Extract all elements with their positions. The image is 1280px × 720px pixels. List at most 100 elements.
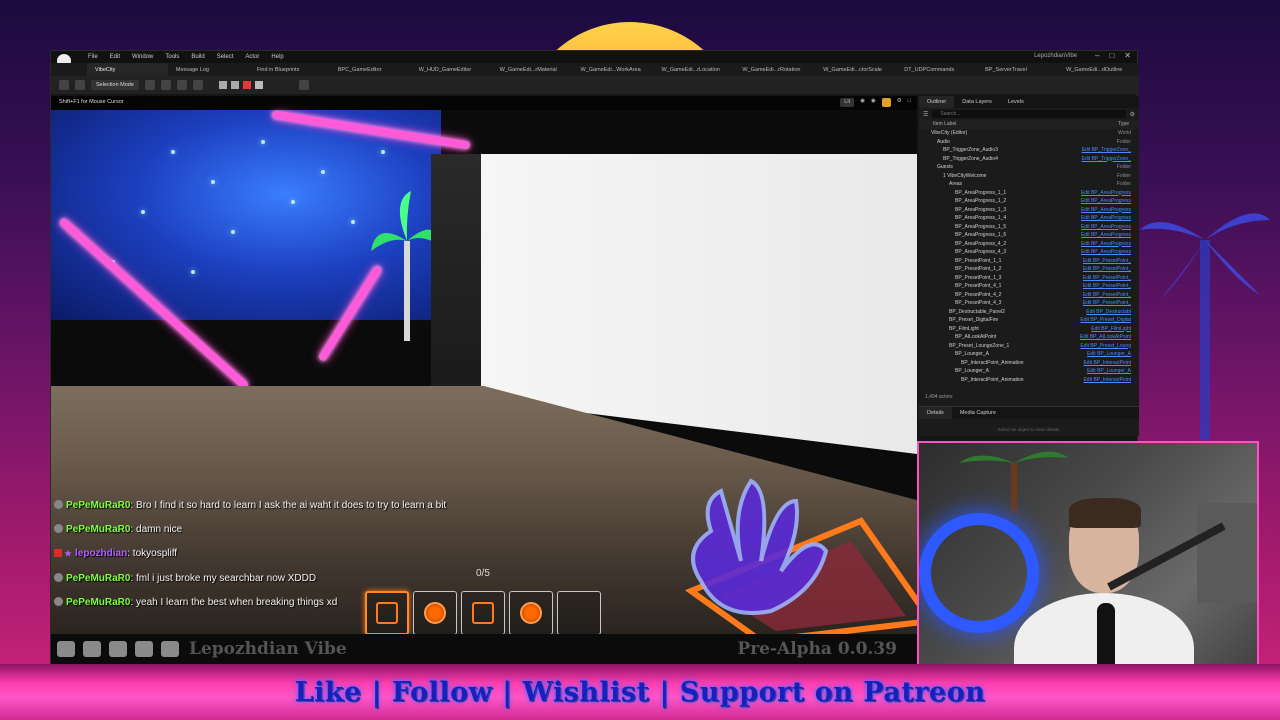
outliner-row-type[interactable]: Edit BP_FilmLight [1091,326,1131,335]
stop-icon[interactable] [242,81,251,89]
tab-server-travel[interactable]: BP_ServerTravel [977,63,1058,76]
menu-tools[interactable]: Tools [160,54,184,60]
outliner-row[interactable]: BP_PresetPoint_1_3 Edit BP_PresetPoint_ [919,275,1139,284]
outliner-row[interactable]: BP_InteractPoint_Animation Edit BP_Intera… [919,377,1139,386]
outliner-row[interactable]: BP_Preset_DigitalFire Edit BP_Preset_Digi… [919,317,1139,326]
outliner-row[interactable]: BP_Preset_LoungeZone_1 Edit BP_Preset_Lou… [919,343,1139,352]
tab-media-capture[interactable]: Media Capture [952,407,1004,419]
add-actor-icon[interactable] [144,80,155,90]
outliner-row[interactable]: BP_AreaProgress_1_4 Edit BP_AreaProgress [919,215,1139,224]
tab-outline[interactable]: W_GameEdi...dOutline [1058,63,1139,76]
tab-w-hud-gameeditor[interactable]: W_HUD_GameEditor [411,63,492,76]
close-icon[interactable]: ✕ [1124,51,1131,60]
tab-location[interactable]: W_GameEdi...rLocation [653,63,734,76]
outliner-search-input[interactable]: Search... [932,110,1126,118]
outliner-row[interactable]: Guests Folder [919,164,1139,173]
outliner-row[interactable]: BP_AreaProgress_1_2 Edit BP_AreaProgress [919,198,1139,207]
tab-message-log[interactable]: Message Log [168,63,249,76]
outliner-row-type[interactable]: Edit BP_AreaProgress [1081,215,1131,224]
tab-levels[interactable]: Levels [1000,96,1032,108]
menu-edit[interactable]: Edit [105,54,125,60]
outliner-row-type[interactable]: Edit BP_TriggerZone_ [1082,156,1131,165]
outliner-row-type[interactable]: Edit BP_Lounger_A [1087,351,1131,360]
maximize-viewport-icon[interactable]: □ [908,98,911,107]
menu-file[interactable]: File [83,54,103,60]
outliner-row-type[interactable]: Edit BP_AILookAtPoint [1080,334,1131,343]
outliner-row[interactable]: BP_Destructable_Panel2 Edit BP_Destructab… [919,309,1139,318]
selection-mode-dropdown[interactable]: Selection Mode [91,80,139,90]
outliner-row[interactable]: Audio Folder [919,139,1139,148]
tab-data-layers[interactable]: Data Layers [954,96,1000,108]
outliner-row-type[interactable]: Edit BP_AreaProgress [1081,207,1131,216]
outliner-row[interactable]: BP_PresetPoint_4_2 Edit BP_PresetPoint_ [919,292,1139,301]
outliner-row-type[interactable]: Edit BP_PresetPoint_ [1083,292,1131,301]
hotbar-slot-5[interactable]: 5 [557,591,601,634]
camera-icon[interactable]: ◉ [871,98,876,107]
outliner-row[interactable]: BP_InteractPoint_Animation Edit BP_Intera… [919,360,1139,369]
lit-mode-button[interactable]: Lit [840,98,855,107]
outliner-row[interactable]: BP_Lounger_A Edit BP_Lounger_A [919,351,1139,360]
tab-bpc-gameeditor[interactable]: BPC_GameEditor [330,63,411,76]
pause-icon[interactable] [218,81,227,89]
outliner-row-type[interactable]: Edit BP_Lounger_A [1087,368,1131,377]
tab-outliner[interactable]: Outliner [919,96,955,108]
outliner-row-type[interactable]: Edit BP_PresetPoint_ [1083,266,1131,275]
platforms-icon[interactable] [298,80,309,90]
outliner-row[interactable]: BP_AreaProgress_1_5 Edit BP_AreaProgress [919,224,1139,233]
skip-frame-icon[interactable] [230,81,239,89]
menu-actor[interactable]: Actor [240,54,264,60]
outliner-row[interactable]: 1 VibeCityWelcome Folder [919,173,1139,182]
col-item-label[interactable]: Item Label [933,121,956,129]
tab-vibecity[interactable]: VibeCity [87,63,168,76]
outliner-row[interactable]: BP_TriggerZone_Audio4 Edit BP_TriggerZone… [919,156,1139,165]
cinematics-icon[interactable] [176,80,187,90]
tab-find-in-blueprints[interactable]: Find in Blueprints [249,63,330,76]
col-type[interactable]: Type [1118,121,1129,129]
outliner-row[interactable]: BP_AreaProgress_1_1 Edit BP_AreaProgress [919,190,1139,199]
grid-snap-icon[interactable] [881,98,891,107]
outliner-row[interactable]: BP_AreaProgress_4_3 Edit BP_AreaProgress [919,249,1139,258]
outliner-row[interactable]: BP_PresetPoint_1_2 Edit BP_PresetPoint_ [919,266,1139,275]
outliner-row-type[interactable]: Edit BP_PresetPoint_ [1083,258,1131,267]
outliner-row[interactable]: VibeCity (Editor) World [919,130,1139,139]
outliner-row[interactable]: BP_PresetPoint_4_3 Edit BP_PresetPoint_ [919,300,1139,309]
outliner-row[interactable]: BP_FilmLight Edit BP_FilmLight [919,326,1139,335]
outliner-row-type[interactable]: Edit BP_InteractPoint [1083,377,1131,386]
outliner-row[interactable]: BP_AreaProgress_4_2 Edit BP_AreaProgress [919,241,1139,250]
tab-material[interactable]: W_GameEdi...rMaterial [492,63,573,76]
tab-workarea[interactable]: W_GameEdi...WorkArea [573,63,654,76]
outliner-row[interactable]: BP_AreaProgress_1_6 Edit BP_AreaProgress [919,232,1139,241]
menu-build[interactable]: Build [186,54,209,60]
save-icon[interactable] [59,80,69,90]
menu-window[interactable]: Window [127,54,158,60]
filter-icon[interactable]: ☰ [923,111,928,118]
menu-help[interactable]: Help [266,54,288,60]
outliner-row[interactable]: BP_AreaProgress_1_3 Edit BP_AreaProgress [919,207,1139,216]
tab-rotation[interactable]: W_GameEdi...rRotation [734,63,815,76]
eject-icon[interactable] [254,81,263,89]
tab-udp-commands[interactable]: DT_UDPCommands [896,63,977,76]
outliner-row[interactable]: BP_TriggerZone_Audio3 Edit BP_TriggerZone… [919,147,1139,156]
maximize-icon[interactable]: □ [1109,51,1114,60]
outliner-row[interactable]: BP_PresetPoint_1_1 Edit BP_PresetPoint_ [919,258,1139,267]
build-icon[interactable] [192,80,203,90]
outliner-row-type[interactable]: Edit BP_AreaProgress [1081,232,1131,241]
outliner-row-type[interactable]: Edit BP_Destructabl [1086,309,1131,318]
settings-icon[interactable]: ⚙ [897,98,902,107]
blueprint-icon[interactable] [160,80,171,90]
outliner-row[interactable]: BP_PresetPoint_4_1 Edit BP_PresetPoint_ [919,283,1139,292]
outliner-row-type[interactable]: Edit BP_InteractPoint [1083,360,1131,369]
tab-details[interactable]: Details [919,407,952,419]
outliner-row-type[interactable]: Edit BP_AreaProgress [1081,190,1131,199]
outliner-row-type[interactable]: Edit BP_PresetPoint_ [1083,283,1131,292]
outliner-row-type[interactable]: Edit BP_PresetPoint_ [1083,300,1131,309]
outliner-row-type[interactable]: Edit BP_PresetPoint_ [1083,275,1131,284]
outliner-row-type[interactable]: Edit BP_AreaProgress [1081,249,1131,258]
outliner-row[interactable]: Areas Folder [919,181,1139,190]
outliner-row-type[interactable]: Edit BP_TriggerZone_ [1082,147,1131,156]
content-browser-icon[interactable] [75,80,85,90]
outliner-row-type[interactable]: Edit BP_Preset_Digital [1080,317,1131,326]
outliner-row-type[interactable]: Edit BP_AreaProgress [1081,198,1131,207]
outliner-row[interactable]: BP_AILookAtPoint Edit BP_AILookAtPoint [919,334,1139,343]
show-flags-icon[interactable]: ◉ [860,98,865,107]
